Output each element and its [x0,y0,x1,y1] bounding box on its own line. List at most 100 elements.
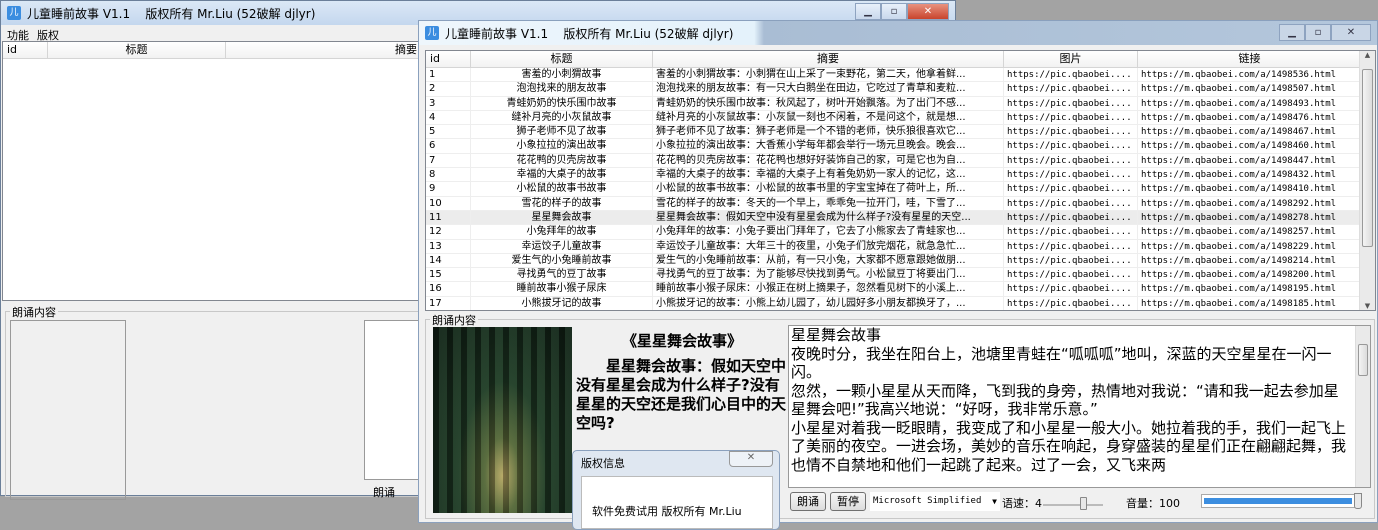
volume-slider[interactable] [1201,493,1362,509]
col-image[interactable]: 图片 [1004,51,1138,67]
minimize-button[interactable]: ▁ [1279,24,1305,41]
cell-summary: 小熊拔牙记的故事：小熊上幼儿园了，幼儿园好多小朋友都换牙了，... [653,296,1004,310]
close-button[interactable]: ✕ [1331,24,1371,41]
window-title: 儿童睡前故事 V1.1 版权所有 Mr.Liu (52破解 djlyr) [445,26,734,41]
cell-summary: 小兔拜年的故事：小兔子要出门拜年了，它去了小熊家去了青蛙家也... [653,225,1004,239]
cell-summary: 星星舞会故事：假如天空中没有星星会成为什么样子?没有星星的天空... [653,210,1004,225]
cell-link: https://m.qbaobei.com/a/1498432.html [1138,168,1362,182]
col-title[interactable]: 标题 [471,51,653,67]
read-button[interactable]: 朗诵 [790,492,826,511]
close-button[interactable]: ✕ [907,3,949,20]
table-row[interactable]: 17 小熊拔牙记的故事 小熊拔牙记的故事：小熊上幼儿园了，幼儿园好多小朋友都换牙了，… [426,296,1375,310]
col-id[interactable]: id [3,42,48,58]
col-title[interactable]: 标题 [48,42,226,58]
cell-summary: 花花鸭的贝壳房故事：花花鸭也想好好装饰自己的家，可是它也为自... [653,153,1004,168]
maximize-button[interactable]: ▫ [881,3,907,20]
pause-button[interactable]: 暂停 [830,492,866,511]
volume-slider-thumb[interactable] [1354,493,1362,509]
cell-title: 寻找勇气的豆丁故事 [471,268,653,282]
group-label: 朗诵内容 [430,312,478,328]
cell-id: 13 [426,239,471,253]
col-summary[interactable]: 摘要 [226,42,422,58]
cell-id: 8 [426,168,471,182]
text-scrollbar[interactable] [1355,326,1370,487]
cell-title: 缝补月亮的小灰鼠故事 [471,110,653,125]
rate-slider-thumb[interactable] [1080,497,1088,510]
col-id[interactable]: id [426,51,471,67]
table-row[interactable]: 15 寻找勇气的豆丁故事 寻找勇气的豆丁故事：为了能够尽快找到勇气。小松鼠豆丁将要出… [426,268,1375,283]
dialog-body: 软件免费试用 版权所有 Mr.Liu [581,476,773,529]
cell-id: 5 [426,125,471,139]
table-row[interactable]: 5 狮子老师不见了故事 狮子老师不见了故事：狮子老师是一个不错的老师，快乐狼很喜欢它… [426,125,1375,140]
table-row[interactable]: 1 害羞的小刺猬故事 害羞的小刺猬故事：小刺猬在山上采了一束野花，第二天，他拿着鲜.… [426,68,1375,83]
table-row[interactable]: 2 泡泡找来的朋友故事 泡泡找来的朋友故事：有一只大白鹅坐在田边，它吃过了青草和麦粒… [426,82,1375,97]
table-scrollbar[interactable]: ▲ ▼ [1359,51,1375,310]
table-row[interactable]: 9 小松鼠的故事书故事 小松鼠的故事书故事：小松鼠的故事书里的字宝宝掉在了荷叶上，所… [426,182,1375,197]
table-row[interactable]: 13 幸运饺子儿童故事 幸运饺子儿童故事：大年三十的夜里，小兔子们放完烟花，就急急忙… [426,239,1375,254]
cell-id: 10 [426,196,471,210]
scrollbar-thumb[interactable] [1362,69,1373,247]
scrollbar-thumb[interactable] [1358,344,1368,376]
story-table[interactable]: id 标题 摘要 图片 链接 1 害羞的小刺猬故事 害羞的小刺猬故事：小刺猬在山上采… [425,50,1376,311]
cell-image: https://pic.qbaobei.... [1004,282,1138,296]
copyright-dialog: 版权信息 ✕ 软件免费试用 版权所有 Mr.Liu [572,450,780,530]
cell-title: 泡泡找来的朋友故事 [471,82,653,96]
col-link[interactable]: 链接 [1138,51,1362,67]
cell-image: https://pic.qbaobei.... [1004,68,1138,82]
table-row[interactable]: 8 幸福的大桌子的故事 幸福的大桌子的故事：幸福的大桌子上有着兔奶奶一家人的记忆，这… [426,168,1375,183]
rate-slider[interactable] [1043,492,1103,511]
minimize-button[interactable]: ▁ [855,3,881,20]
table-row[interactable]: 11 星星舞会故事 星星舞会故事：假如天空中没有星星会成为什么样子?没有星星的天空.… [426,210,1375,226]
image-box [10,320,126,500]
cell-summary: 幸福的大桌子的故事：幸福的大桌子上有着兔奶奶一家人的记忆，这... [653,168,1004,182]
table-body: 1 害羞的小刺猬故事 害羞的小刺猬故事：小刺猬在山上采了一束野花，第二天，他拿着鲜.… [426,68,1375,310]
cell-summary: 泡泡找来的朋友故事：有一只大白鹅坐在田边，它吃过了青草和麦粒... [653,82,1004,96]
cell-link: https://m.qbaobei.com/a/1498476.html [1138,110,1362,125]
cell-image: https://pic.qbaobei.... [1004,96,1138,110]
app-icon: 儿 [425,26,439,40]
cell-title: 爱生气的小兔睡前故事 [471,253,653,268]
maximize-button[interactable]: ▫ [1305,24,1331,41]
cell-title: 幸福的大桌子的故事 [471,168,653,182]
table-row[interactable]: 4 缝补月亮的小灰鼠故事 缝补月亮的小灰鼠故事：小灰鼠一刻也不闲着，不是问这个，就是… [426,110,1375,126]
cell-image: https://pic.qbaobei.... [1004,196,1138,210]
cell-id: 12 [426,225,471,239]
table-row[interactable]: 6 小象拉拉的演出故事 小象拉拉的演出故事：大香蕉小学每年都会举行一场元旦晚会。晚会… [426,139,1375,154]
story-heading: 《星星舞会故事》 [621,332,742,350]
table-row[interactable]: 14 爱生气的小兔睡前故事 爱生气的小兔睡前故事：从前，有一只小兔，大家都不愿意跟她… [426,253,1375,269]
app-icon: 儿 [7,6,21,20]
voice-value: Microsoft Simplified [873,496,982,506]
cell-title: 幸运饺子儿童故事 [471,239,653,253]
cell-image: https://pic.qbaobei.... [1004,182,1138,196]
cell-title: 小松鼠的故事书故事 [471,182,653,196]
table-row[interactable]: 16 睡前故事小猴子尿床 睡前故事小猴子尿床：小猴正在树上摘果子，忽然看见树下的小溪… [426,282,1375,297]
cell-image: https://pic.qbaobei.... [1004,82,1138,96]
cell-summary: 狮子老师不见了故事：狮子老师是一个不错的老师，快乐狼很喜欢它... [653,125,1004,139]
table-row[interactable]: 10 雪花的样子的故事 雪花的样子的故事：冬天的一个早上，乖乖兔一拉开门，哇，下雪了… [426,196,1375,211]
story-summary: 星星舞会故事：假如天空中没有星星会成为什么样子?没有星星的天空还是我们心目中的天… [576,357,787,432]
read-button[interactable]: 朗诵 [366,484,402,501]
cell-title: 花花鸭的贝壳房故事 [471,153,653,168]
cell-id: 3 [426,96,471,110]
cell-title: 小熊拔牙记的故事 [471,296,653,310]
story-text-area[interactable]: 星星舞会故事 夜晚时分，我坐在阳台上，池塘里青蛙在“呱呱呱”地叫，深蓝的天空星星… [788,325,1371,488]
cell-image: https://pic.qbaobei.... [1004,153,1138,168]
cell-link: https://m.qbaobei.com/a/1498447.html [1138,153,1362,168]
cell-link: https://m.qbaobei.com/a/1498292.html [1138,196,1362,210]
table-row[interactable]: 7 花花鸭的贝壳房故事 花花鸭的贝壳房故事：花花鸭也想好好装饰自己的家，可是它也为自… [426,153,1375,169]
cell-summary: 小象拉拉的演出故事：大香蕉小学每年都会举行一场元旦晚会。晚会... [653,139,1004,153]
dialog-message: 软件免费试用 版权所有 Mr.Liu [592,505,742,518]
cell-image: https://pic.qbaobei.... [1004,239,1138,253]
col-summary[interactable]: 摘要 [653,51,1004,67]
cell-title: 青蛙奶奶的快乐围巾故事 [471,96,653,110]
table-row[interactable]: 12 小兔拜年的故事 小兔拜年的故事：小兔子要出门拜年了，它去了小熊家去了青蛙家也.… [426,225,1375,240]
cell-title: 害羞的小刺猬故事 [471,68,653,82]
cell-image: https://pic.qbaobei.... [1004,268,1138,282]
cell-summary: 缝补月亮的小灰鼠故事：小灰鼠一刻也不闲着，不是问这个，就是想... [653,110,1004,125]
table-row[interactable]: 3 青蛙奶奶的快乐围巾故事 青蛙奶奶的快乐围巾故事：秋风起了，树叶开始飘落。为了出门… [426,96,1375,111]
dialog-close-button[interactable]: ✕ [729,451,773,467]
cell-link: https://m.qbaobei.com/a/1498410.html [1138,182,1362,196]
voice-select[interactable]: Microsoft Simplified ▼ [870,492,1000,511]
cell-summary: 青蛙奶奶的快乐围巾故事：秋风起了，树叶开始飘落。为了出门不感... [653,96,1004,110]
cell-id: 7 [426,153,471,168]
